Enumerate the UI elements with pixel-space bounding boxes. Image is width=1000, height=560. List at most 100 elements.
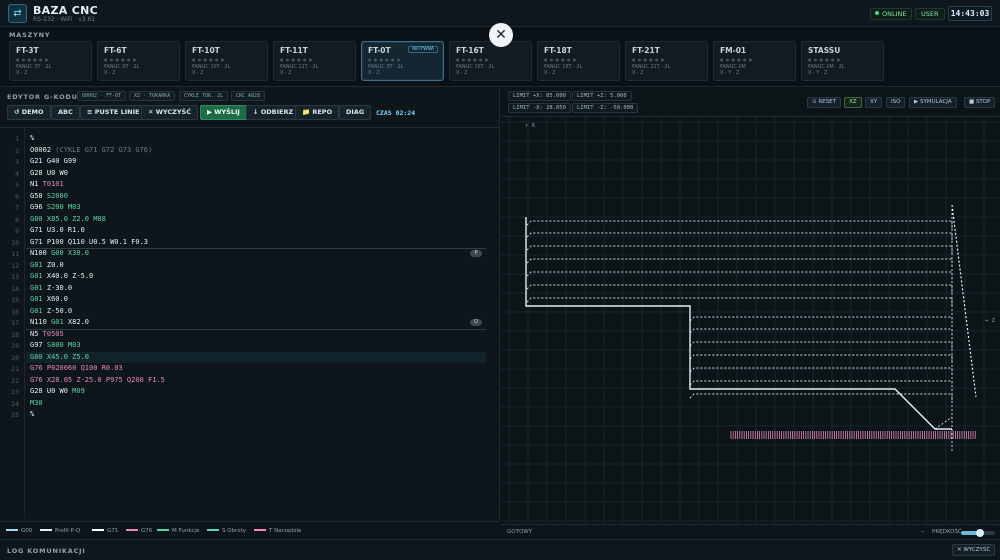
machine-card-ft-18t[interactable]: FT-18T ● ● ● ● ● ● FANUC 18T · 2L X · Z <box>537 41 620 81</box>
machine-card-ft-0t[interactable]: FT-0T ● ● ● ● ● ● FANUC 0T · 2L X · Z AKTYWN… <box>361 41 444 81</box>
machines-list: FT-3T ● ● ● ● ● ● FANUC 3T · 2L X · Z FT-6T ●… <box>9 41 994 81</box>
line-number: 10 <box>11 238 19 247</box>
speed-decrease-button[interactable]: – <box>921 528 924 535</box>
view-iso-button[interactable]: ISO <box>886 97 906 108</box>
code-line[interactable]: G76 P020060 Q100 R0.03 <box>30 363 123 375</box>
log-clear-button[interactable]: ✕ WYCZYŚĆ <box>952 544 996 556</box>
code-line[interactable]: G01 Z-50.0 <box>30 306 72 318</box>
view-xy-button[interactable]: XY <box>865 97 883 108</box>
code-line[interactable]: N110 G01 X82.0 <box>30 317 89 329</box>
axis-x-label: ↑ X <box>525 123 536 129</box>
machine-card-ft-6t[interactable]: FT-6T ● ● ● ● ● ● FANUC 6T · 2L X · Z <box>97 41 180 81</box>
code-line[interactable]: G01 X60.0 <box>30 294 68 306</box>
repo-button[interactable]: 📁 REPO <box>295 105 340 120</box>
legend-swatch-icon <box>6 529 18 531</box>
code-line[interactable]: % <box>30 409 34 421</box>
code-line[interactable]: M30 <box>30 398 43 410</box>
machine-card-ft-3t[interactable]: FT-3T ● ● ● ● ● ● FANUC 3T · 2L X · Z <box>9 41 92 81</box>
machine-name: FT-21T <box>632 46 660 55</box>
send-button[interactable]: ▶ WYŚLIJ <box>200 105 247 120</box>
code-token: G71 U3.0 R1.0 <box>30 226 85 234</box>
diag-button[interactable]: DIAG <box>339 105 372 120</box>
code-token: T0101 <box>42 180 64 188</box>
editor-title: EDYTOR G-KODU <box>7 93 78 101</box>
machine-indicator-icon: ● ● ● ● ● ● <box>104 57 137 62</box>
code-line[interactable]: G00 X85.0 Z2.0 M08 <box>30 214 106 226</box>
line-number: 12 <box>11 261 19 270</box>
q-block-marker[interactable]: Q <box>470 319 482 326</box>
view-xz-button[interactable]: XZ <box>844 97 862 108</box>
legend-swatch-icon <box>254 529 266 531</box>
limit-plus-x: LIMIT +X: 85.000 <box>508 91 571 101</box>
machine-card-fm-01[interactable]: FM-01 ● ● ● ● ● ● FANUC 0M X · Y · Z <box>713 41 796 81</box>
machine-card-ft-11t[interactable]: FT-11T ● ● ● ● ● ● FANUC 11T · 2L X · Z <box>273 41 356 81</box>
speed-slider[interactable] <box>961 529 995 537</box>
abc-button[interactable]: ABC <box>51 105 80 120</box>
machine-indicator-icon: ● ● ● ● ● ● <box>456 57 489 62</box>
speed-label: PRĘDKOŚĆ <box>932 529 962 535</box>
code-line[interactable]: G28 U0 W0 M09 <box>30 386 85 398</box>
code-token: G76 X28.05 Z-25.0 P975 Q200 F1.5 <box>30 375 165 384</box>
speed-slider-knob[interactable] <box>975 529 984 537</box>
code-line[interactable]: O0002 (CYKLE G71 G72 G73 G76) <box>30 145 152 157</box>
code-line[interactable]: G71 U3.0 R1.0 <box>30 225 85 237</box>
part-profile <box>525 217 952 430</box>
logo-icon: ⇄ <box>8 4 27 23</box>
p-block-marker[interactable]: P <box>470 250 482 257</box>
code-line[interactable]: G01 Z-30.0 <box>30 283 72 295</box>
code-line[interactable]: G97 S800 M03 <box>30 340 81 352</box>
legend-label: G71 <box>107 528 119 534</box>
clear-button[interactable]: ✕ WYCZYŚĆ <box>141 105 198 120</box>
block-divider <box>26 248 486 249</box>
code-line[interactable]: N1 T0101 <box>30 179 64 191</box>
receive-button[interactable]: ↓ ODBIERZ <box>246 105 301 120</box>
code-line[interactable]: G71 P100 Q110 U0.5 W0.1 F0.3 <box>30 237 148 249</box>
roughing-pass-7 <box>526 297 953 306</box>
code-area[interactable]: 1 2 3 4 5 6 7 8 9 10 11 12 13 14 15 16 17 18 19 20 21 22 23 24 2… <box>0 127 500 518</box>
status-ready: GOTOWY <box>507 529 533 535</box>
demo-button[interactable]: ↺ DEMO <box>7 105 51 120</box>
code-line[interactable]: G00 X45.0 Z5.0 <box>30 352 89 364</box>
code-token: X60.0 <box>46 295 68 303</box>
toolpath-svg: ↑ X → Z <box>501 117 1000 524</box>
code-line[interactable]: N100 G00 X30.0 <box>30 248 89 260</box>
code-token: X82.0 <box>67 318 90 326</box>
app-subtitle: RS-232 · WiFi · v3.61 <box>33 16 96 23</box>
machine-indicator-icon: ● ● ● ● ● ● <box>808 57 841 62</box>
code-line[interactable]: G96 S200 M03 <box>30 202 81 214</box>
toolpath-canvas[interactable]: ↑ X → Z <box>501 116 1000 524</box>
line-number: 11 <box>11 250 19 258</box>
close-button[interactable]: ✕ <box>489 23 513 47</box>
code-token: G01 <box>51 318 68 326</box>
legend-label: G76 <box>141 528 153 534</box>
line-number: 4 <box>15 169 19 178</box>
machine-axes: X · Z <box>456 70 468 76</box>
code-line[interactable]: G01 X40.0 Z-5.0 <box>30 271 93 283</box>
machine-card-ft-21t[interactable]: FT-21T ● ● ● ● ● ● FANUC 21T · 2L X · Z <box>625 41 708 81</box>
reset-view-button[interactable]: ⊙ RESET <box>807 97 841 108</box>
code-line[interactable]: G28 U0 W0 <box>30 168 68 180</box>
code-token: G97 <box>30 341 47 349</box>
machine-card-ft-16t[interactable]: FT-16T ● ● ● ● ● ● FANUC 16T · 2L X · Z <box>449 41 532 81</box>
legend-swatch-icon <box>92 529 104 531</box>
code-line[interactable]: G01 Z0.0 <box>30 260 64 272</box>
user-badge[interactable]: USER <box>915 8 945 20</box>
code-line[interactable]: G21 G40 G99 <box>30 156 76 168</box>
status-dot-icon <box>875 11 879 15</box>
line-number: 23 <box>11 388 19 396</box>
code-token: Z-50.0 <box>46 306 73 315</box>
roughing-pass-2 <box>526 232 953 241</box>
roughing-pass-inner-3 <box>689 341 953 350</box>
code-token: G00 X30.0 <box>51 249 90 257</box>
code-line[interactable]: G50 S2000 <box>30 191 68 203</box>
line-number: 2 <box>15 146 19 155</box>
empty-lines-button[interactable]: ≡ PUSTE LINIE <box>80 105 147 120</box>
code-line[interactable]: % <box>30 133 34 145</box>
line-number: 9 <box>15 227 19 235</box>
simulate-button[interactable]: ▶ SYMULACJA <box>909 97 957 108</box>
stop-button[interactable]: ■ STOP <box>964 97 996 108</box>
code-line[interactable]: G76 X28.05 Z-25.0 P975 Q200 F1.5 <box>30 375 165 387</box>
code-line[interactable]: N5 T0505 <box>30 329 64 341</box>
machine-card-ft-10t[interactable]: FT-10T ● ● ● ● ● ● FANUC 10T · 2L X · Z <box>185 41 268 81</box>
machine-card-stassu[interactable]: STASSU ● ● ● ● ● ● FANUC 0M · 2L X · Y · Z <box>801 41 884 81</box>
